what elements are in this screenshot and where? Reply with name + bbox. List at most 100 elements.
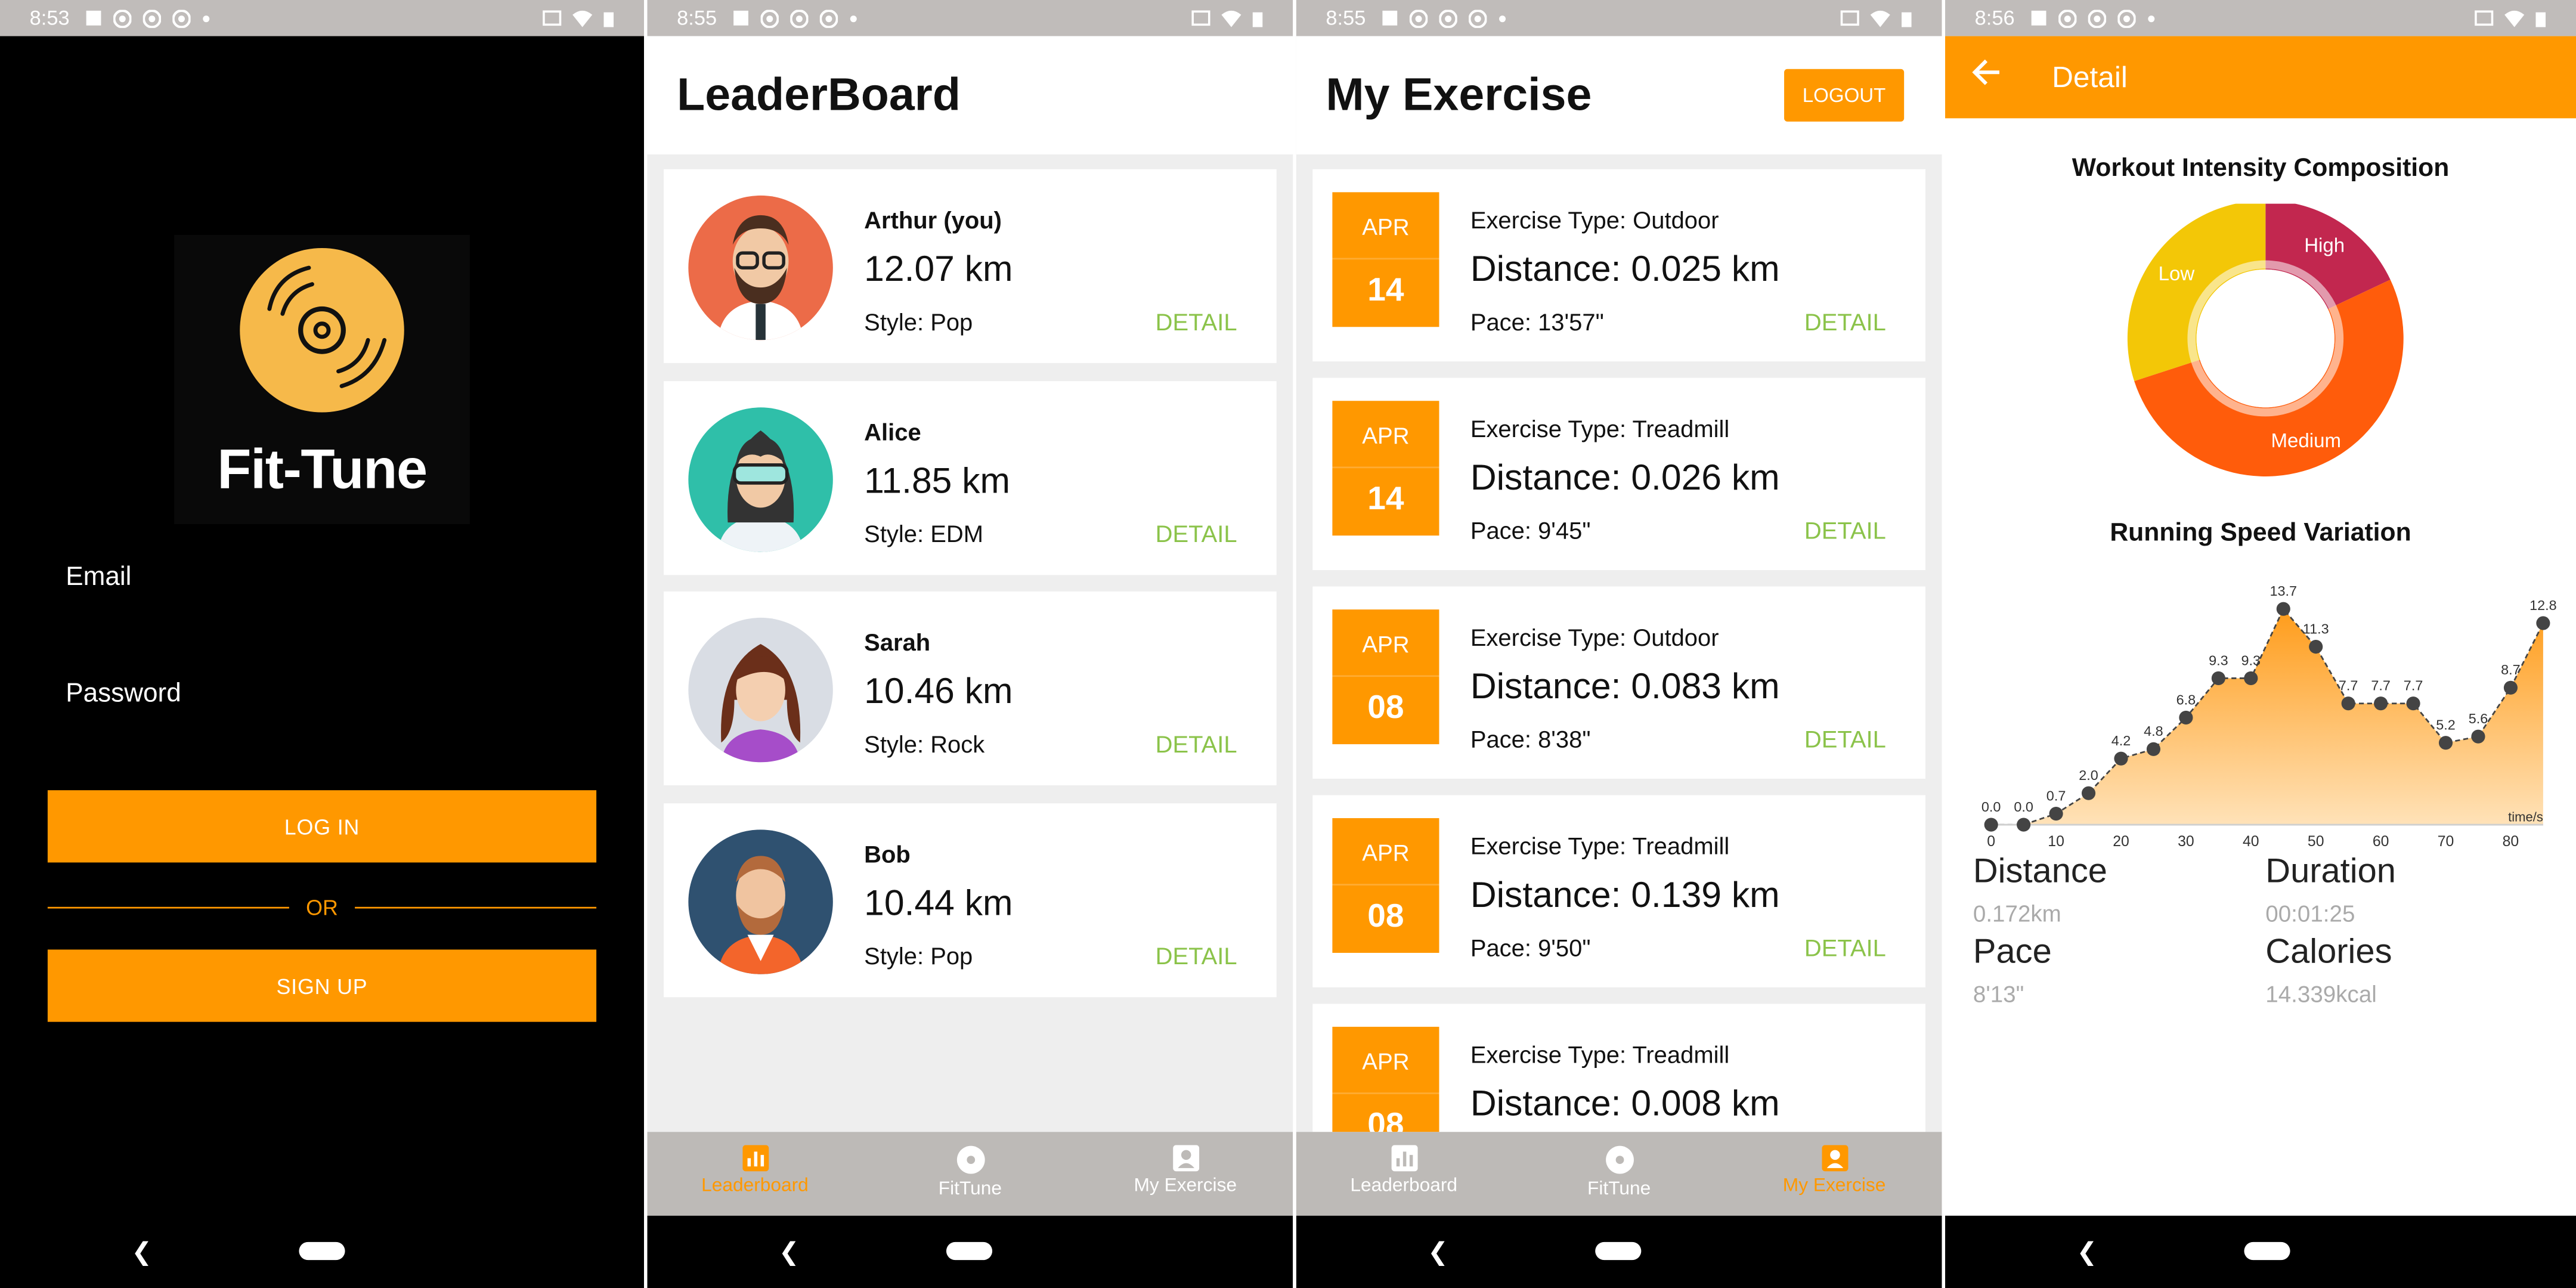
pie-chart-title: Workout Intensity Composition — [2072, 154, 2450, 182]
status-bar: 8:55 — [647, 0, 1293, 36]
detail-link[interactable]: DETAIL — [1156, 945, 1237, 971]
logout-button[interactable]: LOGOUT — [1784, 69, 1905, 122]
player-distance: 12.07 km — [864, 248, 1013, 289]
speed-data-label: 0.7 — [2046, 788, 2066, 804]
detail-link[interactable]: DETAIL — [1804, 311, 1886, 337]
distance-label: Distance — [1973, 852, 2107, 891]
speed-point — [2309, 640, 2323, 654]
tab-label: FitTune — [1587, 1179, 1651, 1200]
notification-icons — [86, 9, 210, 27]
logo-text: Fit-Tune — [217, 438, 428, 501]
home-nav-icon[interactable] — [2244, 1241, 2290, 1261]
tab-my-exercise[interactable]: My Exercise — [1078, 1132, 1293, 1216]
leaderboard-card[interactable]: Alice 11.85 km Style: EDM DETAIL — [664, 381, 1277, 575]
detail-link[interactable]: DETAIL — [1156, 733, 1237, 759]
exercise-type: Exercise Type: Outdoor — [1470, 208, 1719, 235]
cast-icon — [2475, 10, 2494, 25]
or-divider: OR — [47, 894, 597, 920]
image-icon — [86, 10, 102, 26]
chrome-icon — [1439, 9, 1458, 27]
exercise-card[interactable]: APR 08 Exercise Type: Treadmill Distance… — [1312, 795, 1925, 987]
date-badge: APR 08 — [1332, 818, 1439, 953]
tab-fittune[interactable]: FitTune — [1512, 1132, 1727, 1216]
detail-link[interactable]: DETAIL — [1804, 728, 1886, 754]
exercise-card[interactable]: APR 08 Exercise Type: Treadmill Distance… — [1312, 1004, 1925, 1132]
back-nav-icon[interactable]: ❮ — [2076, 1237, 2097, 1267]
date-day: 08 — [1367, 899, 1404, 935]
battery-icon — [1252, 11, 1263, 27]
exercise-distance: Distance: 0.008 km — [1470, 1082, 1780, 1124]
detail-link[interactable]: DETAIL — [1804, 519, 1886, 546]
back-nav-icon[interactable]: ❮ — [131, 1237, 152, 1267]
speed-data-label: 0.0 — [2014, 799, 2033, 815]
speed-point — [2341, 696, 2355, 711]
chrome-icon — [173, 9, 191, 27]
player-style: Style: Rock — [864, 732, 985, 759]
tab-fittune[interactable]: FitTune — [862, 1132, 1078, 1216]
password-field[interactable]: Password — [66, 680, 181, 710]
speed-point — [2114, 751, 2128, 766]
speed-data-label: 12.8 — [2529, 597, 2557, 613]
player-style: Style: Pop — [864, 310, 973, 337]
back-nav-icon[interactable]: ❮ — [779, 1237, 800, 1267]
x-tick-label: 10 — [2048, 834, 2064, 850]
system-icons — [2474, 9, 2546, 27]
exercise-card[interactable]: APR 14 Exercise Type: Outdoor Distance: … — [1312, 169, 1925, 362]
login-button[interactable]: LOG IN — [47, 790, 597, 863]
distance-value: 0.172km — [1973, 900, 2061, 927]
home-nav-icon[interactable] — [946, 1241, 993, 1261]
leaderboard-card[interactable]: Bob 10.44 km Style: Pop DETAIL — [664, 803, 1277, 998]
speed-point — [2374, 696, 2388, 711]
exercise-type: Exercise Type: Treadmill — [1470, 1043, 1730, 1070]
speed-data-label: 11.3 — [2303, 621, 2329, 637]
back-nav-icon[interactable]: ❮ — [1428, 1237, 1448, 1267]
duration-label: Duration — [2265, 852, 2397, 891]
system-nav-bar: ❮ — [0, 1215, 644, 1288]
speed-data-label: 4.8 — [2144, 723, 2163, 739]
image-icon — [734, 10, 749, 26]
player-distance: 10.44 km — [864, 882, 1013, 924]
pace-value: 8'13" — [1973, 980, 2024, 1007]
detail-link[interactable]: DETAIL — [1156, 311, 1237, 337]
speed-data-label: 0.0 — [1981, 799, 2001, 815]
tab-my-exercise[interactable]: My Exercise — [1727, 1132, 1942, 1216]
leaderboard-card[interactable]: Sarah 10.46 km Style: Rock DETAIL — [664, 591, 1277, 785]
date-month: APR — [1332, 192, 1439, 260]
cast-icon — [543, 10, 562, 25]
home-nav-icon[interactable] — [299, 1241, 345, 1261]
detail-link[interactable]: DETAIL — [1804, 936, 1886, 962]
x-tick-label: 50 — [2308, 834, 2324, 850]
notification-icons — [2031, 9, 2156, 27]
arrow-back-icon[interactable] — [1971, 57, 2001, 87]
chrome-icon — [791, 9, 809, 27]
home-nav-icon[interactable] — [1595, 1241, 1642, 1261]
donut-hole — [2196, 269, 2334, 408]
speed-point — [2211, 671, 2225, 686]
tab-label: Leaderboard — [1350, 1176, 1458, 1196]
chrome-icon — [114, 9, 132, 27]
tab-leaderboard[interactable]: Leaderboard — [1296, 1132, 1512, 1216]
signup-button[interactable]: SIGN UP — [47, 949, 597, 1022]
leaderboard-card[interactable]: Arthur (you) 12.07 km Style: Pop DETAIL — [664, 169, 1277, 363]
x-axis-label: time/s — [2508, 810, 2543, 825]
detail-toolbar: Detail — [1945, 36, 2576, 119]
tab-leaderboard[interactable]: Leaderboard — [648, 1132, 863, 1216]
page-title: Detail — [2052, 60, 2128, 94]
man-beard-avatar-icon — [688, 829, 833, 974]
wifi-icon — [1221, 10, 1241, 27]
speed-point — [2471, 729, 2485, 744]
date-badge: APR 08 — [1332, 609, 1439, 745]
exercise-distance: Distance: 0.026 km — [1470, 456, 1780, 498]
bottom-navigation: Leaderboard FitTune My Exercise — [647, 1132, 1293, 1216]
player-name: Arthur (you) — [864, 208, 1002, 235]
exercise-card[interactable]: APR 08 Exercise Type: Outdoor Distance: … — [1312, 586, 1925, 779]
exercise-pace: Pace: 8'38" — [1470, 727, 1591, 754]
system-icons — [1191, 9, 1263, 27]
exercise-card[interactable]: APR 14 Exercise Type: Treadmill Distance… — [1312, 377, 1925, 571]
system-nav-bar: ❮ — [647, 1215, 1293, 1288]
detail-link[interactable]: DETAIL — [1156, 522, 1237, 549]
exercise-pace: Pace: 9'50" — [1470, 936, 1591, 963]
date-badge: APR 14 — [1332, 401, 1439, 536]
speed-area-chart: 0.0 0.0 0.7 2.0 4.2 4.8 6.8 9.3 9.3 13.7 11.3 7.7 7.… — [1981, 583, 2557, 850]
email-field[interactable]: Email — [66, 564, 131, 593]
